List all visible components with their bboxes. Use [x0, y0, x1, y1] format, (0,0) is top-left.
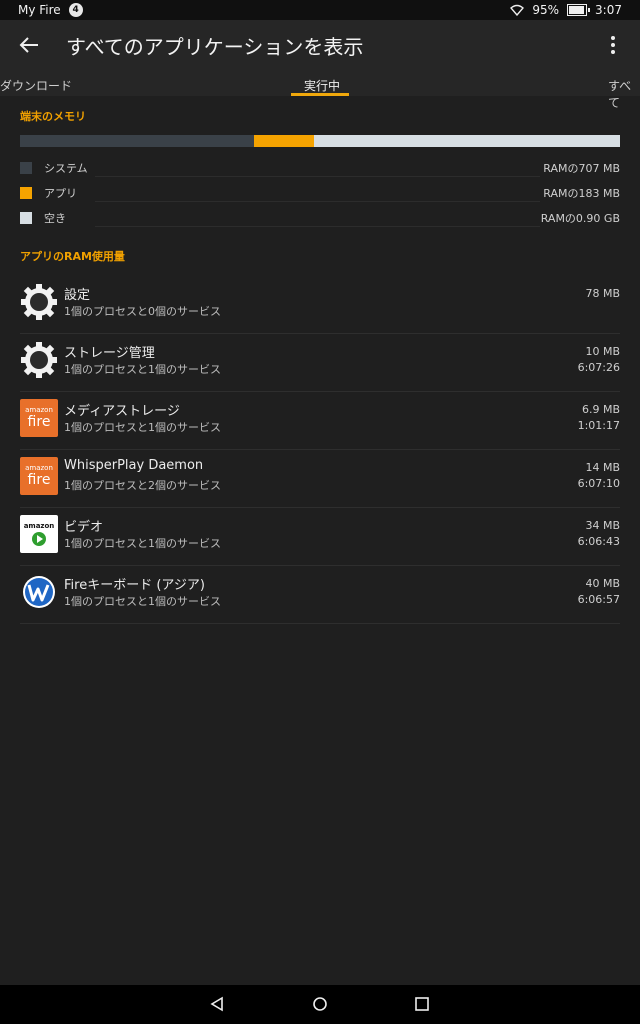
app-ram-size: 10 MB	[585, 345, 620, 358]
overflow-menu-icon[interactable]	[610, 36, 616, 56]
gear-icon	[21, 342, 57, 378]
app-run-time: 6:06:43	[577, 535, 620, 548]
app-process-info: 1個のプロセスと2個のサービス	[64, 479, 221, 492]
app-ram-size: 78 MB	[585, 287, 620, 300]
battery-percent: 95%	[532, 3, 560, 17]
app-process-info: 1個のプロセスと1個のサービス	[64, 537, 221, 550]
legend-row-apps: アプリ RAMの183 MB	[20, 182, 620, 206]
app-process-info: 1個のプロセスと0個のサービス	[64, 305, 221, 318]
app-run-time: 6:07:10	[577, 477, 620, 490]
app-process-info: 1個のプロセスと1個のサービス	[64, 595, 221, 608]
icon-text-small: amazon	[25, 406, 53, 414]
memory-bar-free	[314, 135, 620, 147]
amazon-fire-icon: amazon fire	[20, 399, 58, 437]
legend-row-system: システム RAMの707 MB	[20, 157, 620, 181]
memory-bar-system	[20, 135, 254, 147]
legend-divider	[95, 201, 540, 202]
legend-label: 空き	[44, 212, 66, 225]
back-triangle-icon[interactable]	[209, 996, 225, 1012]
recents-square-icon[interactable]	[415, 997, 429, 1011]
app-ram-size: 40 MB	[585, 577, 620, 590]
legend-divider	[95, 176, 540, 177]
app-name: ストレージ管理	[64, 346, 155, 361]
app-ram-size: 14 MB	[585, 461, 620, 474]
legend-value: RAMの707 MB	[543, 162, 620, 175]
legend-swatch-system	[20, 162, 32, 174]
memory-section-header: 端末のメモリ	[20, 110, 86, 123]
tab-downloads[interactable]: ダウンロード	[0, 77, 72, 94]
legend-row-free: 空き RAMの0.90 GB	[20, 207, 620, 231]
tab-all[interactable]: すべて	[608, 77, 640, 111]
battery-charging-icon	[567, 4, 591, 16]
app-process-info: 1個のプロセスと1個のサービス	[64, 363, 221, 376]
legend-value: RAMの183 MB	[543, 187, 620, 200]
carrier-label: My Fire	[18, 3, 61, 17]
app-name: ビデオ	[64, 520, 104, 535]
clock-time: 3:07	[595, 3, 622, 17]
icon-text-big: fire	[27, 472, 51, 488]
app-row-storage-manager[interactable]: ストレージ管理 1個のプロセスと1個のサービス 10 MB 6:07:26	[20, 333, 620, 392]
home-circle-icon[interactable]	[312, 996, 328, 1012]
app-bar: すべてのアプリケーションを表示	[0, 20, 640, 70]
app-ram-size: 6.9 MB	[581, 403, 620, 416]
wifi-icon	[510, 4, 525, 16]
legend-label: システム	[44, 162, 88, 175]
status-bar: My Fire 4 95% 3:07	[0, 0, 640, 20]
app-ram-size: 34 MB	[585, 519, 620, 532]
app-row-media-storage[interactable]: amazon fire メディアストレージ 1個のプロセスと1個のサービス 6.…	[20, 391, 620, 450]
gear-icon	[21, 284, 57, 320]
amazon-video-icon: amazon	[20, 515, 58, 553]
app-row-settings[interactable]: 設定 1個のプロセスと0個のサービス 78 MB	[20, 275, 620, 334]
legend-label: アプリ	[44, 187, 77, 200]
tab-selected-indicator	[291, 93, 349, 96]
app-row-whisperplay[interactable]: amazon fire WhisperPlay Daemon 1個のプロセスと2…	[20, 449, 620, 508]
play-icon	[32, 532, 46, 546]
icon-text-small: amazon	[25, 464, 53, 472]
app-row-fire-keyboard[interactable]: Fireキーボード (アジア) 1個のプロセスと1個のサービス 40 MB 6:…	[20, 565, 620, 624]
memory-bar-apps	[254, 135, 314, 147]
navigation-bar	[0, 985, 640, 1024]
app-name: Fireキーボード (アジア)	[64, 578, 205, 593]
tab-running[interactable]: 実行中	[304, 77, 340, 94]
app-run-time: 6:06:57	[577, 593, 620, 606]
app-ram-section-header: アプリのRAM使用量	[20, 250, 125, 263]
app-name: 設定	[64, 288, 91, 303]
app-name: WhisperPlay Daemon	[64, 458, 204, 473]
app-name: メディアストレージ	[64, 404, 180, 419]
legend-swatch-free	[20, 212, 32, 224]
app-row-video[interactable]: amazon ビデオ 1個のプロセスと1個のサービス 34 MB 6:06:43	[20, 507, 620, 566]
icon-text-small: amazon	[23, 522, 55, 530]
icon-text-big: fire	[27, 414, 51, 430]
amazon-fire-icon: amazon fire	[20, 457, 58, 495]
legend-divider	[95, 226, 540, 227]
app-run-time: 1:01:17	[577, 419, 620, 432]
memory-usage-bar	[20, 135, 620, 147]
app-run-time: 6:07:26	[577, 361, 620, 374]
back-arrow-icon[interactable]	[18, 34, 40, 56]
legend-value: RAMの0.90 GB	[540, 212, 620, 225]
app-process-info: 1個のプロセスと1個のサービス	[64, 421, 221, 434]
page-title: すべてのアプリケーションを表示	[66, 35, 364, 59]
keyboard-w-icon	[23, 576, 55, 608]
tab-bar: ダウンロード 実行中 すべて	[0, 70, 640, 110]
notification-count-badge: 4	[68, 3, 83, 17]
legend-swatch-apps	[20, 187, 32, 199]
